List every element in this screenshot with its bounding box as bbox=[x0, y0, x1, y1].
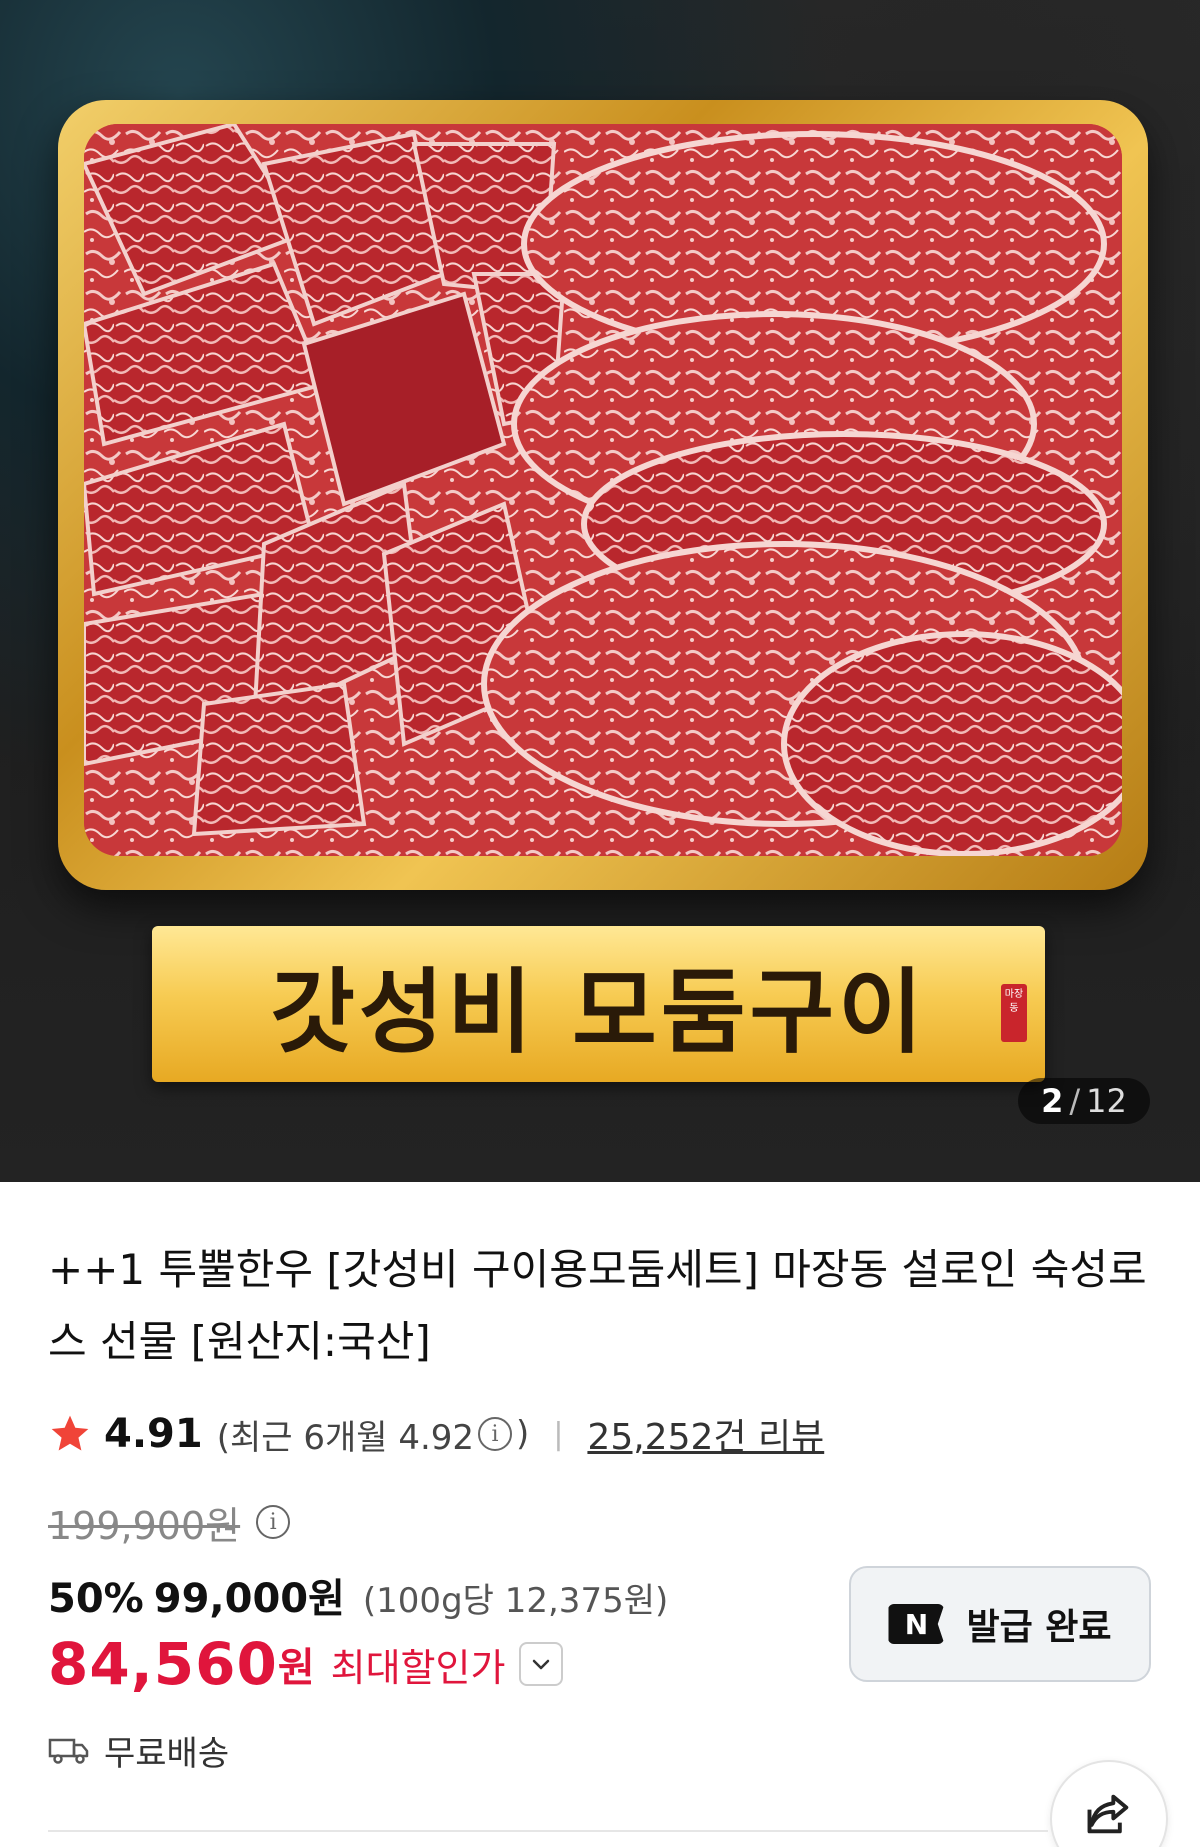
original-price-row: 199,900원 i bbox=[48, 1494, 294, 1550]
pager-separator: / bbox=[1069, 1082, 1081, 1120]
star-icon bbox=[51, 1415, 89, 1451]
max-discount-price: 84,560 bbox=[48, 1630, 278, 1698]
divider: | bbox=[553, 1416, 564, 1452]
brand-seal: 마장동 bbox=[1001, 984, 1027, 1042]
info-icon[interactable]: i bbox=[478, 1417, 513, 1451]
max-discount-label: 최대할인가 bbox=[330, 1645, 506, 1690]
share-icon bbox=[1087, 1794, 1129, 1834]
delivery-label: 무료배송 bbox=[104, 1733, 230, 1774]
recent-rating-close: ) bbox=[516, 1414, 530, 1454]
divider-line bbox=[48, 1830, 1048, 1832]
chevron-down-icon[interactable] bbox=[519, 1642, 564, 1686]
rating-value: 4.91 bbox=[104, 1411, 203, 1457]
sale-price-row: 50% 99,000원 (100g당 12,375원) bbox=[48, 1566, 668, 1622]
original-price: 199,900원 bbox=[48, 1503, 241, 1548]
sale-price: 99,000원 bbox=[153, 1576, 345, 1622]
image-pager: 2 / 12 bbox=[1018, 1078, 1150, 1124]
marbled-beef-illustration bbox=[84, 124, 1122, 856]
discount-rate: 50% bbox=[48, 1576, 144, 1622]
product-title: ++1 투뿔한우 [갓성비 구이용모둠세트] 마장동 설로인 숙성로스 선물 [… bbox=[48, 1245, 1147, 1366]
coupon-issued-button[interactable]: N 발급 완료 bbox=[849, 1566, 1151, 1682]
naver-n-icon: N bbox=[888, 1604, 945, 1644]
delivery-row: 무료배송 bbox=[48, 1722, 229, 1778]
max-discount-unit: 원 bbox=[277, 1645, 315, 1691]
recent-rating: (최근 6개월 4.92 i ) bbox=[217, 1410, 530, 1459]
product-banner: 갓성비 모둠구이 마장동 bbox=[152, 926, 1045, 1082]
product-image-gallery[interactable]: 갓성비 모둠구이 마장동 2 / 12 bbox=[0, 0, 1200, 1182]
unit-price: (100g당 12,375원) bbox=[362, 1581, 669, 1621]
price-info-icon[interactable]: i bbox=[256, 1505, 291, 1539]
truck-icon bbox=[48, 1738, 89, 1764]
banner-text: 갓성비 모둠구이 bbox=[270, 957, 927, 1066]
share-button[interactable] bbox=[1050, 1760, 1168, 1847]
pager-current: 2 bbox=[1041, 1082, 1064, 1120]
review-count-link[interactable]: 25,252건 리뷰 bbox=[587, 1408, 824, 1460]
meat-tray-image bbox=[58, 100, 1148, 890]
coupon-label: 발급 완료 bbox=[966, 1607, 1112, 1648]
recent-rating-text: (최근 6개월 4.92 bbox=[216, 1417, 475, 1458]
pager-total: 12 bbox=[1086, 1082, 1127, 1120]
rating-row: 4.91 (최근 6개월 4.92 i ) | 25,252건 리뷰 bbox=[48, 1406, 824, 1462]
max-discount-row: 84,560 원 최대할인가 bbox=[48, 1628, 564, 1700]
